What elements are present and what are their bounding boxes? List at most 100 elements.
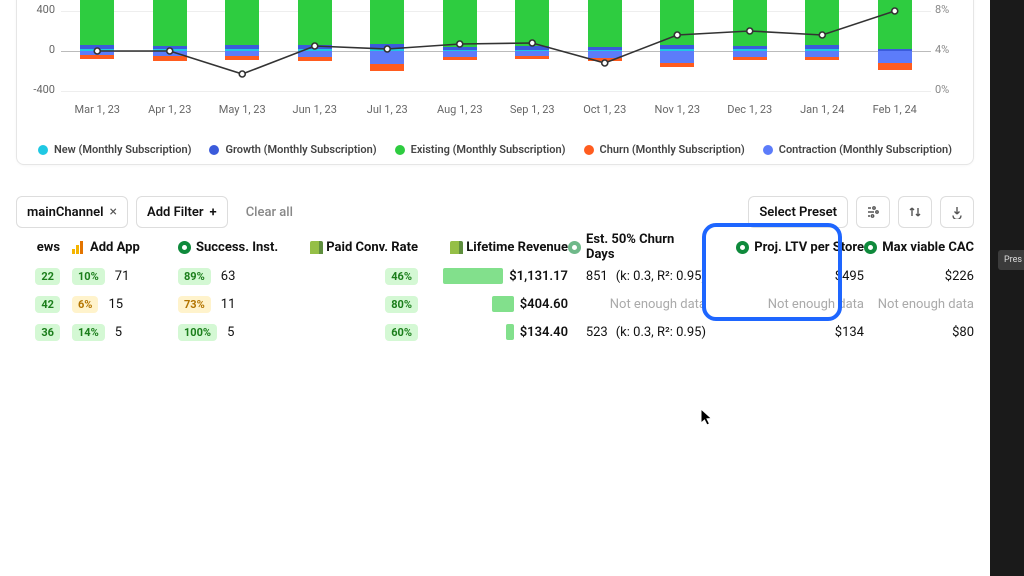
- analytics-icon: [72, 241, 85, 254]
- preset-tab[interactable]: Pres: [998, 250, 1024, 270]
- bar-seg-green: [733, 0, 767, 46]
- bar-seg-green: [588, 0, 622, 47]
- donut-icon: [568, 241, 581, 254]
- x-tick-label: Nov 1, 23: [641, 103, 713, 116]
- bar-seg-orange: [515, 56, 549, 59]
- table-row[interactable]: 2210%7189%6346%$1,131.17851(k: 0.3, R²: …: [16, 262, 974, 290]
- succ-pct-pill: 89%: [178, 268, 211, 285]
- add-filter-button[interactable]: Add Filter +: [136, 196, 228, 228]
- bar-seg-slate: [370, 51, 404, 64]
- rev-value: $134.40: [520, 325, 568, 340]
- col-churn-days[interactable]: Est. 50% Churn Days: [568, 232, 706, 262]
- y-tick: 0: [25, 43, 55, 56]
- churn-nodata: Not enough data: [610, 297, 706, 312]
- churn-note: (k: 0.3, R²: 0.95): [616, 269, 706, 284]
- bar-seg-orange: [80, 55, 114, 59]
- x-tick-label: Jan 1, 24: [786, 103, 858, 116]
- churn-value: 851: [586, 269, 608, 284]
- bar-seg-green: [878, 0, 912, 49]
- col-paid-conv[interactable]: Paid Conv. Rate: [300, 240, 418, 255]
- rev-value: $404.60: [520, 297, 568, 312]
- add-count: 15: [108, 297, 123, 312]
- bar-seg-blue: [80, 45, 114, 49]
- donut-icon: [864, 241, 877, 254]
- col-success-inst[interactable]: Success. Inst.: [178, 240, 300, 255]
- col-ews[interactable]: ews: [16, 240, 60, 255]
- chart-plot: 400 0 -400 8% 4% 0% Mar 1, 23Apr 1, 23Ma…: [61, 0, 931, 121]
- right-dark-panel: Pres: [990, 0, 1024, 576]
- succ-pct-pill: 100%: [178, 324, 217, 341]
- ltv-value: $495: [835, 269, 864, 284]
- bar-seg-orange: [805, 57, 839, 60]
- add-filter-label: Add Filter: [147, 205, 204, 220]
- table-row[interactable]: 426%1573%1180%$404.60Not enough dataNot …: [16, 290, 974, 318]
- x-tick-label: Aug 1, 23: [424, 103, 496, 116]
- col-lifetime-revenue[interactable]: Lifetime Revenue: [418, 240, 568, 255]
- bar-seg-slate: [588, 51, 622, 58]
- bar-seg-blue: [805, 45, 839, 49]
- bar-seg-blue: [443, 47, 477, 50]
- x-tick-label: Sep 1, 23: [496, 103, 568, 116]
- adjust-columns-icon[interactable]: [856, 196, 890, 228]
- x-tick-label: Feb 1, 24: [859, 103, 931, 116]
- y2-tick: 0%: [935, 83, 959, 96]
- chart-legend: New (Monthly Subscription) Growth (Monthl…: [17, 143, 973, 156]
- bar-seg-green: [153, 0, 187, 46]
- col-max-cac[interactable]: Max viable CAC: [864, 240, 974, 255]
- paid-conv-pill: 46%: [385, 268, 418, 285]
- bar-seg-green: [443, 0, 477, 47]
- bar-seg-orange: [370, 64, 404, 71]
- donut-icon: [736, 241, 749, 254]
- legend-label: Growth (Monthly Subscription): [225, 143, 376, 156]
- x-tick-label: Oct 1, 23: [569, 103, 641, 116]
- y2-tick: 8%: [935, 3, 959, 16]
- succ-count: 11: [221, 297, 236, 312]
- legend-swatch: [38, 145, 48, 155]
- plus-icon: +: [210, 205, 217, 220]
- paid-conv-pill: 80%: [385, 296, 418, 313]
- select-preset-button[interactable]: Select Preset: [748, 196, 848, 228]
- x-tick-label: May 1, 23: [206, 103, 278, 116]
- bar-seg-blue: [370, 44, 404, 49]
- col-add-app[interactable]: Add App: [60, 240, 178, 255]
- bar-seg-orange: [588, 58, 622, 61]
- ltv-value: Not enough data: [768, 297, 864, 312]
- bar-seg-orange: [733, 57, 767, 60]
- bar-seg-green: [80, 0, 114, 45]
- clear-all-button[interactable]: Clear all: [236, 196, 303, 228]
- bar-seg-green: [660, 0, 694, 45]
- bar-seg-orange: [225, 56, 259, 60]
- table-row[interactable]: 3614%5100%560%$134.40523(k: 0.3, R²: 0.9…: [16, 318, 974, 346]
- bar-seg-blue: [153, 46, 187, 49]
- ews-pill: 42: [35, 296, 60, 313]
- col-proj-ltv[interactable]: Proj. LTV per Store: [706, 240, 864, 255]
- bar-seg-blue: [298, 45, 332, 49]
- sort-icon[interactable]: [898, 196, 932, 228]
- churn-note: (k: 0.3, R²: 0.95): [616, 325, 706, 340]
- legend-label: New (Monthly Subscription): [54, 143, 191, 156]
- bar-seg-blue: [660, 45, 694, 49]
- shopify-icon: [450, 241, 461, 254]
- bar-seg-slate: [878, 51, 912, 63]
- mrr-chart-card: 400 0 -400 8% 4% 0% Mar 1, 23Apr 1, 23Ma…: [16, 0, 974, 165]
- legend-item: Churn (Monthly Subscription): [584, 143, 745, 156]
- filter-bar: mainChannel × Add Filter + Clear all Sel…: [16, 192, 974, 232]
- x-tick-label: Jun 1, 23: [279, 103, 351, 116]
- legend-swatch: [209, 145, 219, 155]
- paid-conv-pill: 60%: [385, 324, 418, 341]
- bar-seg-orange: [153, 56, 187, 61]
- bar-seg-green: [298, 0, 332, 45]
- y-tick: 400: [25, 3, 55, 16]
- bar-seg-orange: [878, 63, 912, 70]
- metrics-table: ews Add App Success. Inst. Paid Conv. Ra…: [16, 232, 974, 346]
- table-header: ews Add App Success. Inst. Paid Conv. Ra…: [16, 232, 974, 262]
- filter-chip-mainchannel[interactable]: mainChannel ×: [16, 196, 128, 228]
- x-tick-label: Mar 1, 23: [61, 103, 133, 116]
- legend-item: Existing (Monthly Subscription): [395, 143, 566, 156]
- succ-count: 63: [221, 269, 236, 284]
- legend-swatch: [584, 145, 594, 155]
- x-tick-label: Jul 1, 23: [351, 103, 423, 116]
- download-icon[interactable]: [940, 196, 974, 228]
- close-icon[interactable]: ×: [110, 204, 117, 220]
- bar-seg-slate: [660, 51, 694, 63]
